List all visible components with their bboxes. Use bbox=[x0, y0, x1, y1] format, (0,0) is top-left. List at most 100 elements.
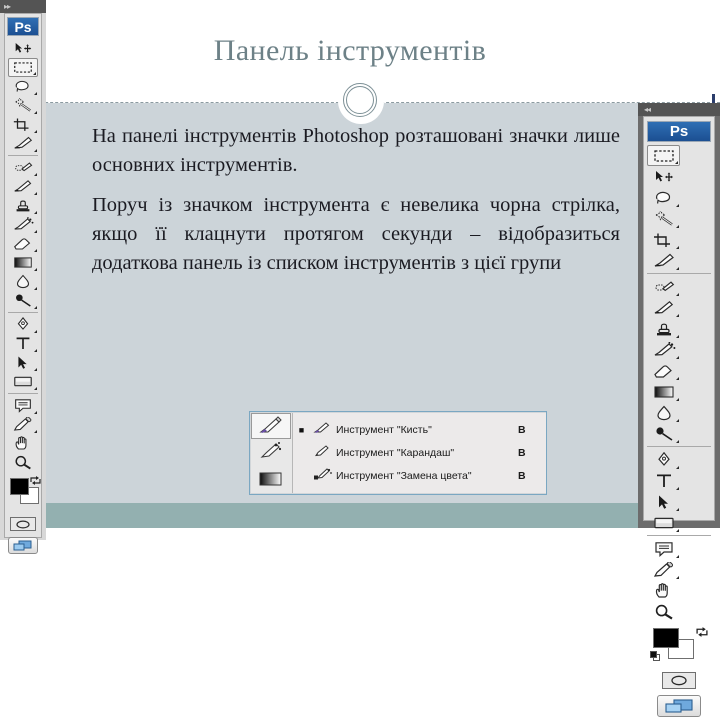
rectangle-tool[interactable] bbox=[8, 372, 38, 391]
history-brush-tool[interactable] bbox=[647, 339, 680, 360]
brush-tool[interactable] bbox=[8, 177, 38, 196]
zoom-tool[interactable] bbox=[8, 453, 38, 472]
flyout-indicator-triangle bbox=[34, 130, 37, 133]
clone-stamp-tool[interactable] bbox=[647, 318, 680, 339]
flyout-indicator-triangle bbox=[34, 387, 37, 390]
slide-bottom-strip bbox=[0, 528, 720, 540]
lasso-tool[interactable] bbox=[8, 77, 38, 96]
slice-tool[interactable] bbox=[8, 134, 38, 153]
zoom-tool[interactable] bbox=[647, 601, 680, 622]
tool-group-separator bbox=[8, 312, 38, 313]
swap-colors-icon[interactable] bbox=[696, 626, 708, 638]
flyout-indicator-triangle bbox=[676, 335, 679, 338]
pen-tool[interactable] bbox=[647, 449, 680, 470]
path-selection-tool[interactable] bbox=[8, 353, 38, 372]
flyout-indicator-triangle bbox=[675, 161, 678, 164]
pen-tool[interactable] bbox=[8, 315, 38, 334]
color-swatches-right[interactable] bbox=[650, 627, 714, 667]
crop-tool[interactable] bbox=[8, 115, 38, 134]
magic-wand-tool[interactable] bbox=[8, 96, 38, 115]
healing-brush-tool[interactable] bbox=[647, 276, 680, 297]
quick-mask-button[interactable] bbox=[10, 517, 36, 531]
flyout-menu-item[interactable]: Инструмент "Карандаш" B bbox=[293, 441, 546, 464]
flyout-indicator-triangle bbox=[676, 487, 679, 490]
slide-body-text: На панелі інструментів Photoshop розташо… bbox=[92, 122, 620, 289]
flyout-item-shortcut: B bbox=[518, 469, 526, 482]
flyout-tool-gradient[interactable] bbox=[251, 468, 291, 494]
divider-circle-inner-ring bbox=[346, 86, 374, 114]
foreground-color-swatch[interactable] bbox=[653, 628, 679, 648]
eraser-tool[interactable] bbox=[647, 360, 680, 381]
lasso-tool[interactable] bbox=[647, 187, 680, 208]
flyout-tool-color-replacement[interactable] bbox=[251, 440, 291, 466]
collapse-arrows-icon[interactable]: ◂◂ bbox=[644, 103, 651, 116]
flyout-item-shortcut: B bbox=[518, 446, 526, 459]
hand-tool[interactable] bbox=[647, 580, 680, 601]
magic-wand-tool[interactable] bbox=[647, 208, 680, 229]
tool-group-separator bbox=[647, 535, 711, 536]
panel-right-tool-list bbox=[644, 145, 714, 622]
flyout-indicator-triangle bbox=[676, 555, 679, 558]
tool-flyout-screenshot: ■ Инструмент "Кисть" B Инструмент "Каран… bbox=[249, 411, 547, 495]
eraser-tool[interactable] bbox=[8, 234, 38, 253]
flyout-indicator-triangle bbox=[676, 419, 679, 422]
photoshop-toolbar-right: ◂◂ Ps bbox=[638, 103, 720, 717]
flyout-indicator-triangle bbox=[34, 368, 37, 371]
flyout-indicator-triangle bbox=[34, 349, 37, 352]
color-swatches-left[interactable] bbox=[8, 475, 41, 511]
rectangular-marquee[interactable] bbox=[8, 58, 38, 77]
flyout-indicator-triangle bbox=[34, 287, 37, 290]
eyedropper-tool[interactable] bbox=[647, 559, 680, 580]
type-tool[interactable] bbox=[8, 334, 38, 353]
path-selection-tool[interactable] bbox=[647, 491, 680, 512]
panel-right-header[interactable]: ◂◂ bbox=[638, 103, 720, 116]
flyout-indicator-triangle bbox=[34, 268, 37, 271]
notes-tool[interactable] bbox=[647, 538, 680, 559]
quick-mask-button[interactable] bbox=[662, 672, 696, 689]
healing-brush-tool[interactable] bbox=[8, 158, 38, 177]
swap-colors-icon[interactable] bbox=[30, 475, 41, 486]
move-tool[interactable] bbox=[647, 166, 680, 187]
flyout-toolbar-column bbox=[251, 413, 293, 493]
flyout-item-label: Инструмент "Карандаш" bbox=[336, 446, 455, 459]
hand-tool[interactable] bbox=[8, 434, 38, 453]
flyout-indicator-triangle bbox=[676, 293, 679, 296]
flyout-indicator-triangle bbox=[676, 576, 679, 579]
dodge-tool[interactable] bbox=[647, 423, 680, 444]
flyout-menu-item[interactable]: Инструмент "Замена цвета" B bbox=[293, 464, 546, 487]
eyedropper-tool[interactable] bbox=[8, 415, 38, 434]
rectangle-tool[interactable] bbox=[647, 512, 680, 533]
flyout-indicator-triangle bbox=[34, 211, 37, 214]
blur-tool[interactable] bbox=[8, 272, 38, 291]
rectangular-marquee[interactable] bbox=[647, 145, 680, 166]
panel-left-header[interactable]: ▸▸ bbox=[0, 0, 46, 13]
history-brush-tool[interactable] bbox=[8, 215, 38, 234]
brush-tool[interactable] bbox=[647, 297, 680, 318]
paragraph-2: Поруч із значком інструмента є невелика … bbox=[92, 193, 620, 275]
slice-tool[interactable] bbox=[647, 250, 680, 271]
clone-stamp-tool[interactable] bbox=[8, 196, 38, 215]
foreground-color-swatch[interactable] bbox=[10, 478, 29, 495]
flyout-indicator-triangle bbox=[676, 440, 679, 443]
expand-arrows-icon[interactable]: ▸▸ bbox=[4, 0, 11, 13]
flyout-indicator-triangle bbox=[676, 508, 679, 511]
type-tool[interactable] bbox=[647, 470, 680, 491]
flyout-menu-item[interactable]: ■ Инструмент "Кисть" B bbox=[293, 418, 546, 441]
flyout-indicator-triangle bbox=[34, 173, 37, 176]
crop-tool[interactable] bbox=[647, 229, 680, 250]
gradient-tool[interactable] bbox=[8, 253, 38, 272]
flyout-indicator-triangle bbox=[676, 225, 679, 228]
move-tool[interactable] bbox=[8, 39, 38, 58]
color-replacement-icon bbox=[310, 467, 336, 484]
flyout-tool-brush[interactable] bbox=[251, 413, 291, 439]
blur-tool[interactable] bbox=[647, 402, 680, 423]
default-colors-icon[interactable] bbox=[650, 651, 661, 662]
dodge-tool[interactable] bbox=[8, 291, 38, 310]
gradient-tool[interactable] bbox=[647, 381, 680, 402]
flyout-indicator-triangle bbox=[676, 398, 679, 401]
screen-mode-button[interactable] bbox=[657, 695, 701, 717]
notes-tool[interactable] bbox=[8, 396, 38, 415]
flyout-indicator-triangle bbox=[34, 111, 37, 114]
flyout-indicator-triangle bbox=[34, 249, 37, 252]
tool-group bbox=[644, 145, 714, 271]
